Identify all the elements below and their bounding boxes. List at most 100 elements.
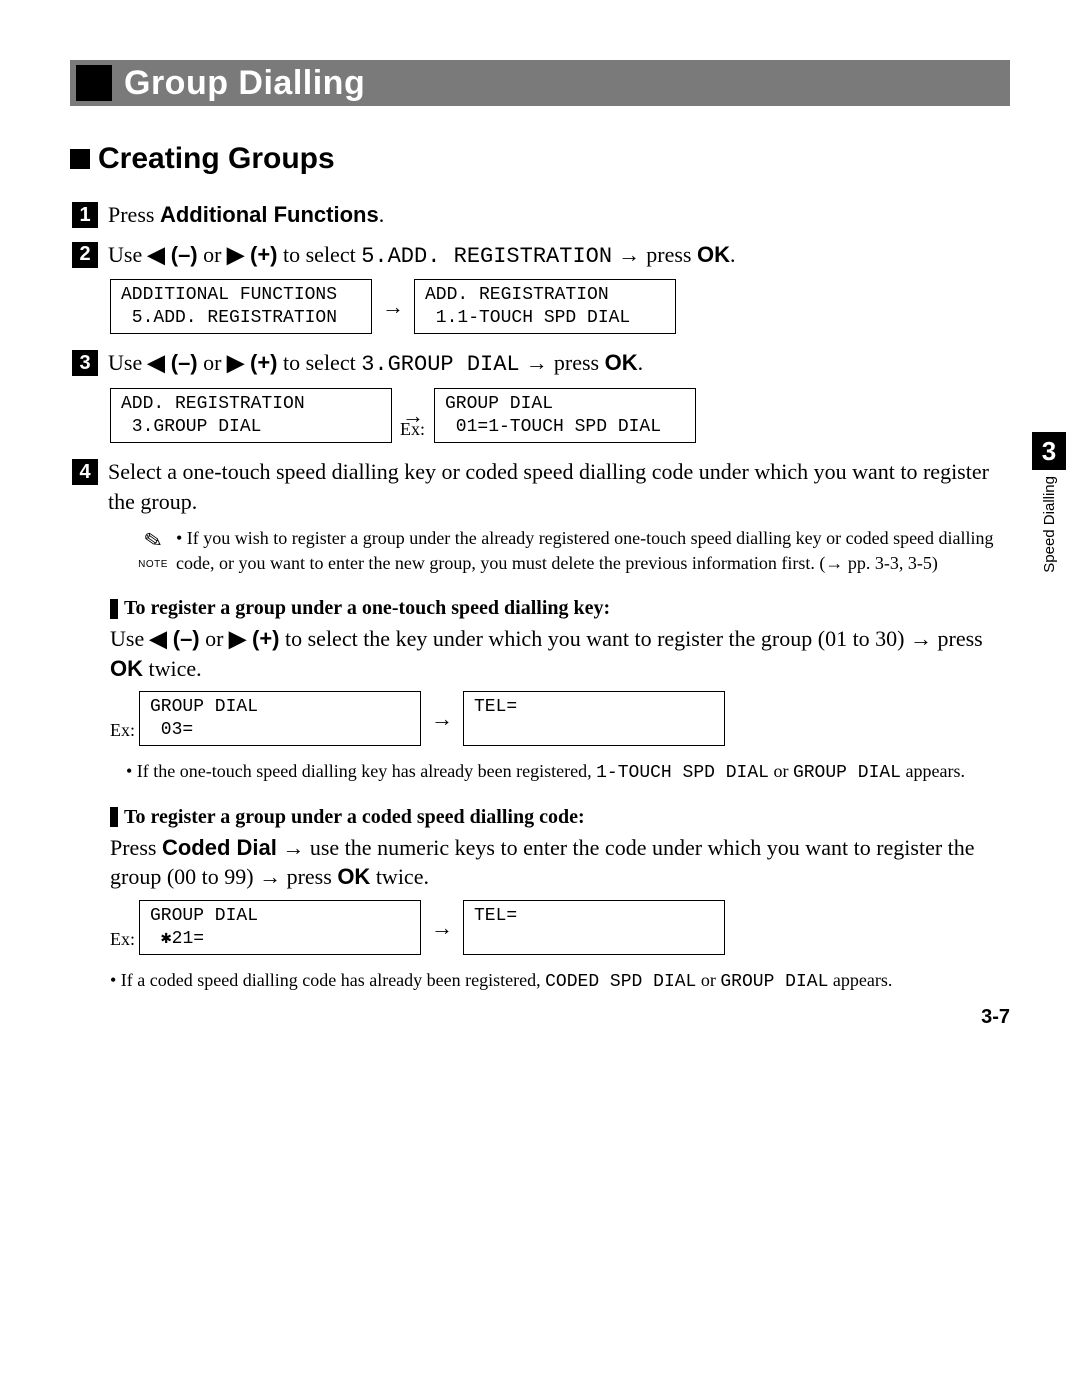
text: twice. bbox=[370, 864, 429, 889]
sub-heading-coded: To register a group under a coded speed … bbox=[110, 806, 1010, 829]
page-number: 3-7 bbox=[981, 1006, 1010, 1029]
arrow-icon: → bbox=[431, 915, 453, 941]
sub-b-paragraph: Press Coded Dial → use the numeric keys … bbox=[110, 833, 1010, 892]
step-2-text: Use ◀ (–) or ▶ (+) to select 5.ADD. REGI… bbox=[108, 240, 1010, 272]
step-1-text: Press Additional Functions. bbox=[108, 200, 1010, 230]
note-label: NOTE bbox=[130, 558, 176, 572]
arrow-icon: → bbox=[431, 706, 453, 732]
lcd-line: ADD. REGISTRATION bbox=[425, 285, 609, 305]
code-text: 1-TOUCH SPD DIAL bbox=[596, 763, 769, 783]
lcd-line: ✱21= bbox=[150, 929, 204, 949]
lcd-line: 3.GROUP DIAL bbox=[121, 417, 261, 437]
arrow-icon: → bbox=[382, 294, 404, 320]
right-arrow-icon: ▶ (+) bbox=[227, 240, 278, 270]
menu-code: 5.ADD. REGISTRATION bbox=[361, 244, 612, 269]
chapter-number-badge: 3 bbox=[1032, 432, 1066, 470]
note-block: ✎ NOTE • If you wish to register a group… bbox=[130, 526, 1010, 577]
lcd-line: GROUP DIAL bbox=[150, 697, 258, 717]
step-4: 4 Select a one-touch speed dialling key … bbox=[72, 457, 1010, 516]
text: Press bbox=[110, 835, 162, 860]
section-title: Creating Groups bbox=[98, 142, 335, 176]
text: press bbox=[646, 242, 697, 267]
ok-button-name: OK bbox=[605, 350, 638, 375]
chapter-label: Speed Dialling bbox=[1041, 476, 1058, 573]
sub-heading-one-touch: To register a group under a one-touch sp… bbox=[110, 597, 1010, 620]
lcd-screen: ADD. REGISTRATION 3.GROUP DIAL bbox=[110, 388, 392, 443]
section-heading: Creating Groups bbox=[70, 142, 1010, 176]
text: . bbox=[379, 202, 385, 227]
step-1: 1 Press Additional Functions. bbox=[72, 200, 1010, 230]
text: or bbox=[200, 626, 229, 651]
step-number-1: 1 bbox=[72, 202, 98, 228]
left-arrow-icon: ◀ (–) bbox=[148, 240, 198, 270]
text: Use bbox=[108, 242, 148, 267]
lcd-screen: ADD. REGISTRATION 1.1-TOUCH SPD DIAL bbox=[414, 279, 676, 334]
sub-a-paragraph: Use ◀ (–) or ▶ (+) to select the key und… bbox=[110, 624, 1010, 683]
section-bullet-icon bbox=[70, 149, 90, 169]
step-2: 2 Use ◀ (–) or ▶ (+) to select 5.ADD. RE… bbox=[72, 240, 1010, 272]
text: • If the one-touch speed dialling key ha… bbox=[126, 761, 596, 781]
button-name: Additional Functions bbox=[160, 202, 379, 227]
text: or bbox=[198, 242, 227, 267]
code-text: GROUP DIAL bbox=[793, 763, 901, 783]
title-bar: Group Dialling bbox=[70, 60, 1010, 106]
step-2-screens: ADDITIONAL FUNCTIONS 5.ADD. REGISTRATION… bbox=[110, 279, 1010, 334]
arrow-ex: →Ex: bbox=[402, 403, 424, 429]
text: . bbox=[730, 242, 736, 267]
text: press bbox=[554, 350, 605, 375]
lcd-line: 1.1-TOUCH SPD DIAL bbox=[425, 308, 630, 328]
lcd-line bbox=[474, 720, 485, 740]
pencil-icon: ✎ bbox=[141, 525, 164, 557]
subhead-bar-icon bbox=[110, 599, 118, 619]
step-number-3: 3 bbox=[72, 350, 98, 376]
note-text: • If you wish to register a group under … bbox=[176, 526, 1010, 577]
menu-code: 3.GROUP DIAL bbox=[361, 352, 519, 377]
text: Use bbox=[108, 350, 148, 375]
sub-b-screens: Ex: GROUP DIAL ✱21= → TEL= bbox=[110, 900, 1010, 955]
lcd-line: 5.ADD. REGISTRATION bbox=[121, 308, 337, 328]
example-label: Ex: bbox=[110, 720, 135, 741]
page-title: Group Dialling bbox=[124, 64, 365, 103]
ok-button-name: OK bbox=[110, 656, 143, 681]
example-label: Ex: bbox=[400, 419, 425, 440]
lcd-screen: TEL= bbox=[463, 691, 725, 746]
arrow-icon: → bbox=[612, 242, 646, 267]
text: Use bbox=[110, 626, 150, 651]
sub-a-screens: Ex: GROUP DIAL 03= → TEL= bbox=[110, 691, 1010, 746]
example-label: Ex: bbox=[110, 929, 135, 950]
subhead-text: To register a group under a one-touch sp… bbox=[124, 597, 610, 620]
code-text: GROUP DIAL bbox=[720, 972, 828, 992]
step-4-text: Select a one-touch speed dialling key or… bbox=[108, 457, 1010, 516]
right-arrow-icon: ▶ (+) bbox=[227, 348, 278, 378]
right-arrow-icon: ▶ (+) bbox=[229, 624, 280, 654]
text: • If a coded speed dialling code has alr… bbox=[110, 970, 545, 990]
sub-a-footnote: • If the one-touch speed dialling key ha… bbox=[126, 760, 1010, 785]
step-3-text: Use ◀ (–) or ▶ (+) to select 3.GROUP DIA… bbox=[108, 348, 1010, 380]
ok-button-name: OK bbox=[697, 242, 730, 267]
text: appears. bbox=[901, 761, 965, 781]
lcd-line: TEL= bbox=[474, 697, 517, 717]
lcd-screen: GROUP DIAL ✱21= bbox=[139, 900, 421, 955]
text: appears. bbox=[828, 970, 892, 990]
text: or bbox=[198, 350, 227, 375]
lcd-line: GROUP DIAL bbox=[150, 906, 258, 926]
note-icon-column: ✎ NOTE bbox=[130, 526, 176, 571]
lcd-screen: GROUP DIAL 03= bbox=[139, 691, 421, 746]
step-3: 3 Use ◀ (–) or ▶ (+) to select 3.GROUP D… bbox=[72, 348, 1010, 380]
text: to select bbox=[278, 350, 362, 375]
lcd-line: TEL= bbox=[474, 906, 517, 926]
left-arrow-icon: ◀ (–) bbox=[150, 624, 200, 654]
text: to select bbox=[278, 242, 362, 267]
sub-b-footnote: • If a coded speed dialling code has alr… bbox=[110, 969, 1010, 994]
lcd-line: ADDITIONAL FUNCTIONS bbox=[121, 285, 337, 305]
arrow-icon: → bbox=[520, 350, 554, 375]
lcd-line: GROUP DIAL bbox=[445, 394, 553, 414]
text: to select the key under which you want t… bbox=[280, 626, 983, 651]
text: • If you wish to register a group under … bbox=[176, 526, 1010, 575]
step-number-4: 4 bbox=[72, 459, 98, 485]
left-arrow-icon: ◀ (–) bbox=[148, 348, 198, 378]
lcd-screen: TEL= bbox=[463, 900, 725, 955]
text: . bbox=[638, 350, 644, 375]
button-name: Coded Dial bbox=[162, 835, 277, 860]
step-3-screens: ADD. REGISTRATION 3.GROUP DIAL →Ex: GROU… bbox=[110, 388, 1010, 443]
